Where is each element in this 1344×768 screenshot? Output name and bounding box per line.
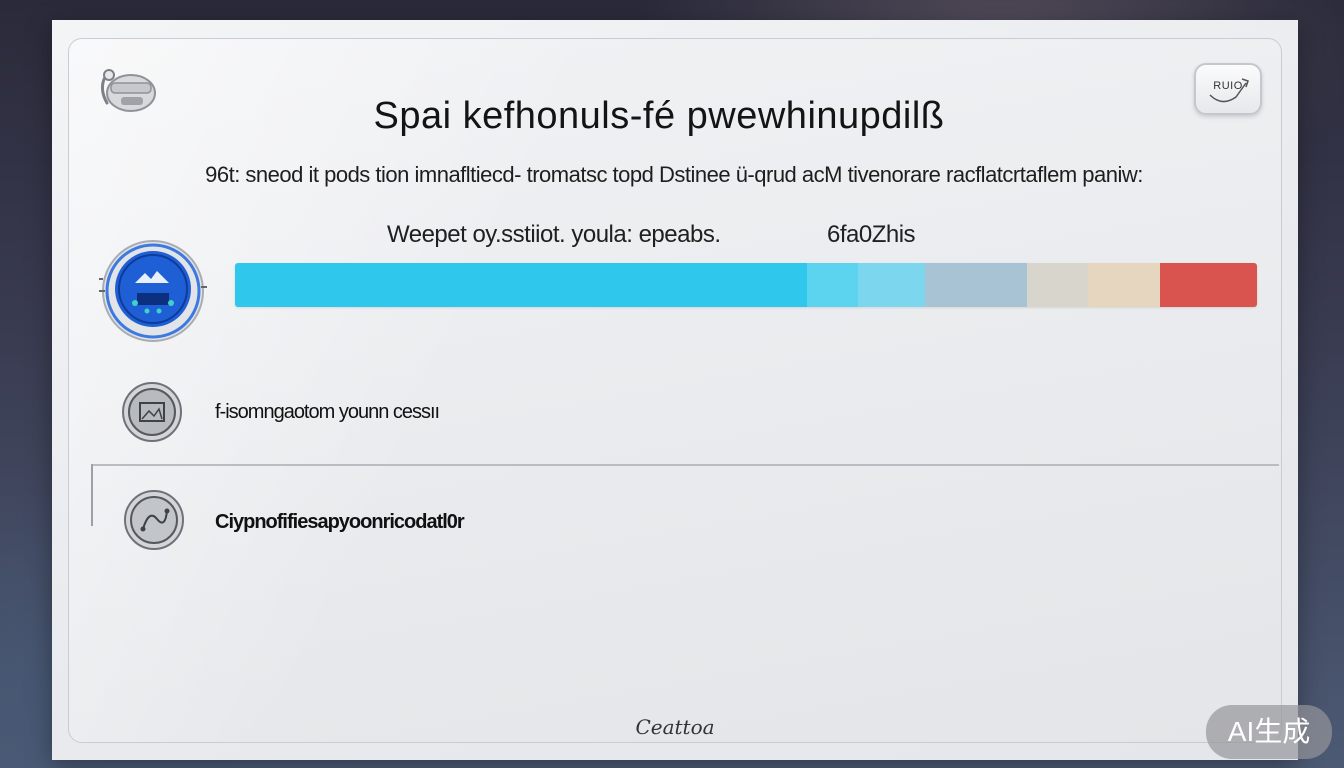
progress-segment	[1159, 263, 1257, 307]
dialog-subtitle: 96t: sneod it pods tion imnafltiecd- tro…	[205, 162, 1143, 187]
progress-segment	[1088, 263, 1160, 307]
dialog-title: Spai kefhonuls-fé pwewhinupdilß	[373, 95, 945, 137]
status-text: Weepet oy.sstiiot. youla: epeabs.	[387, 221, 721, 248]
app-icon	[95, 59, 159, 115]
mountain-badge-icon	[97, 239, 209, 345]
progress-segment	[1027, 263, 1089, 307]
dialog-window: RUIO Spai kefhonuls-fé pwewhinupdilß 96t…	[52, 20, 1298, 760]
progress-segment	[807, 263, 859, 307]
progress-bar	[235, 263, 1257, 307]
option-row-1[interactable]: f-isomngaotom younn cessıı	[69, 377, 1281, 447]
close-button-label: RUIO	[1213, 80, 1243, 92]
route-coin-icon	[123, 489, 185, 551]
cooker-icon	[100, 69, 156, 112]
option-label: Ciypnofifiesapyoonricodatl0r	[215, 511, 465, 533]
close-button[interactable]: RUIO	[1194, 63, 1262, 115]
progress-fill	[235, 263, 808, 307]
option-label: f-isomngaotom younn cessıı	[215, 401, 440, 423]
footer-signature: Ceattoa	[635, 715, 715, 739]
progress-segment	[858, 263, 925, 307]
option-row-2[interactable]: Ciypnofifiesapyoonricodatl0r	[69, 467, 1281, 567]
progress-segment	[924, 263, 1028, 307]
status-value: 6fa0Zhis	[827, 221, 916, 248]
dialog-panel: RUIO Spai kefhonuls-fé pwewhinupdilß 96t…	[68, 38, 1282, 743]
row-divider	[91, 464, 1279, 466]
ai-generated-watermark: AI生成	[1206, 705, 1332, 759]
gallery-coin-icon	[121, 381, 183, 443]
